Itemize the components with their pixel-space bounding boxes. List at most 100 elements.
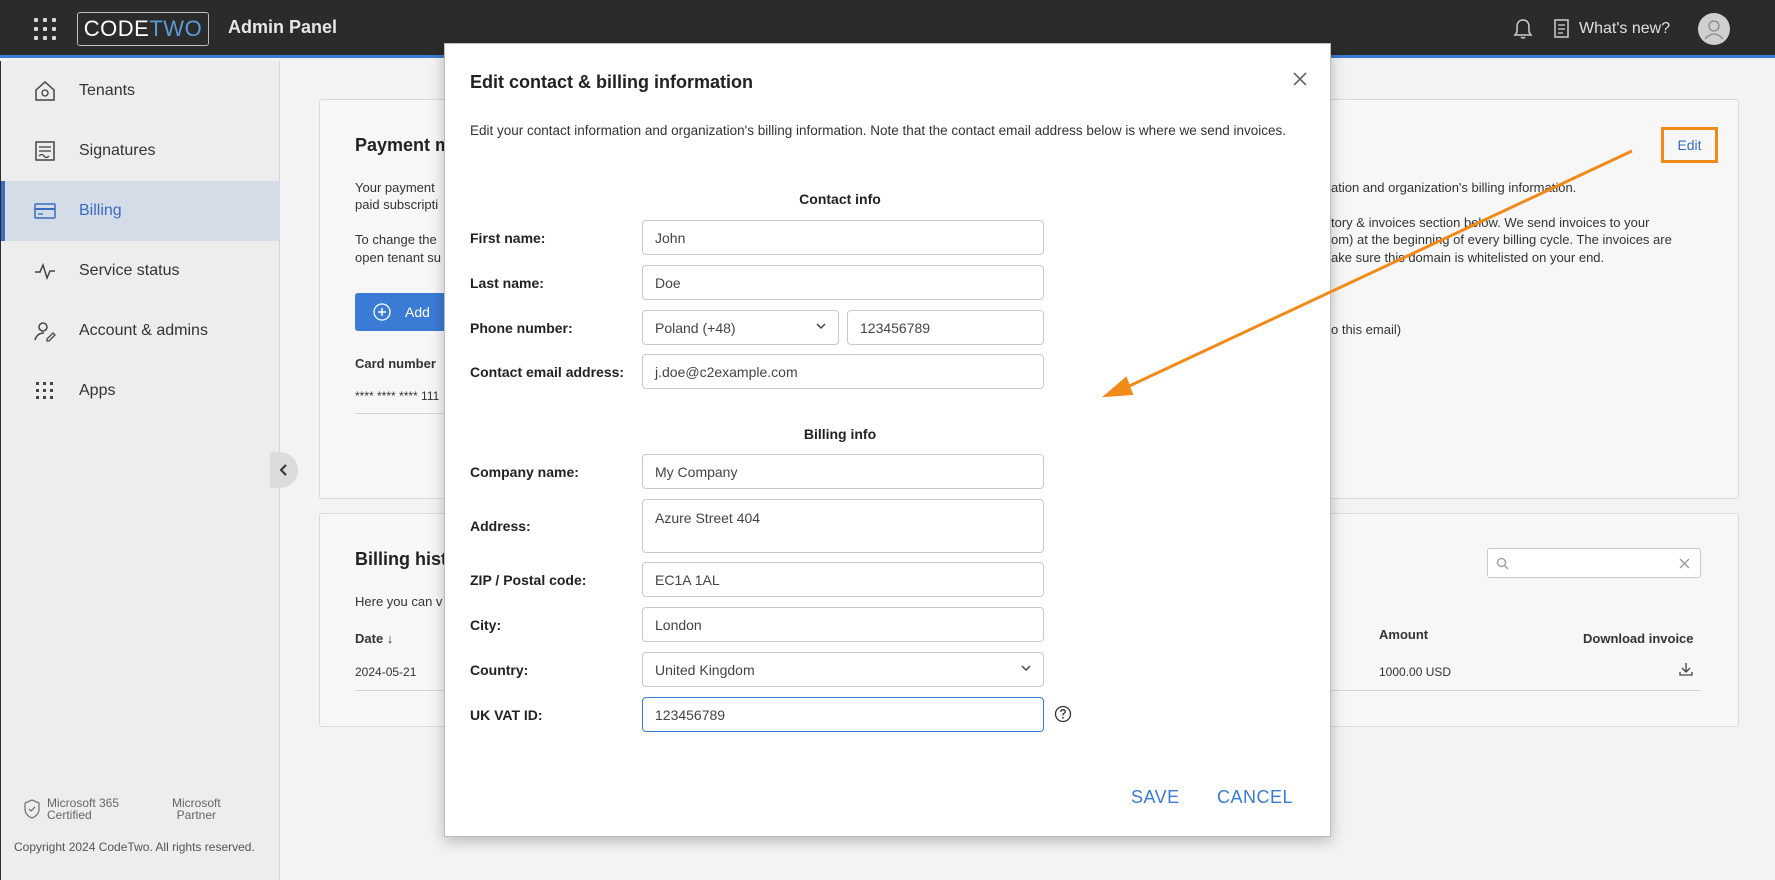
whats-new-label: What's new? (1579, 20, 1671, 37)
city-label: City: (470, 617, 502, 633)
sidebar-item-signatures[interactable]: Signatures (1, 121, 280, 181)
address-value: Azure Street 404 (655, 510, 761, 526)
dialog-description: Edit your contact information and organi… (470, 123, 1287, 138)
codetwo-logo[interactable]: CODETWO (77, 12, 209, 46)
copyright: Copyright 2024 CodeTwo. All rights reser… (14, 840, 255, 854)
sidebar: Tenants Signatures Billing Service statu… (0, 61, 280, 880)
sidebar-item-label: Service status (79, 262, 180, 279)
card-number-header: Card number (355, 356, 436, 371)
sidebar-item-billing[interactable]: Billing (1, 181, 280, 241)
payment-text-4: open tenant su (355, 250, 442, 265)
column-amount: Amount (1379, 627, 1429, 642)
card-number-value: **** **** **** 111 (355, 389, 440, 403)
credit-card-icon (34, 203, 56, 219)
add-label: Add (405, 304, 430, 320)
phone-number-value: 123456789 (860, 319, 931, 336)
country-select[interactable]: United Kingdom (642, 652, 1044, 687)
news-icon (1554, 19, 1569, 38)
microsoft-365-certified-badge: Microsoft 365 Certified (23, 797, 119, 821)
sidebar-item-service-status[interactable]: Service status (1, 241, 280, 301)
first-name-field[interactable]: John (642, 220, 1044, 255)
apps-grid-icon (36, 382, 53, 399)
payment-right-text-4: ake sure this domain is whitelisted on y… (1331, 250, 1605, 265)
sidebar-item-account-admins[interactable]: Account & admins (1, 301, 280, 361)
edit-contact-billing-dialog: Edit contact & billing information Edit … (444, 43, 1331, 837)
payment-title: Payment m (355, 135, 452, 155)
contact-email-value: j.doe@c2example.com (655, 363, 798, 380)
city-value: London (655, 616, 702, 633)
download-icon[interactable] (1678, 661, 1694, 677)
divider (355, 413, 445, 414)
payment-text-3: To change the (355, 232, 437, 247)
zip-label: ZIP / Postal code: (470, 572, 587, 588)
cert-line2: Certified (47, 808, 92, 822)
vat-id-field[interactable]: 123456789 (642, 697, 1044, 732)
billing-search-input[interactable] (1487, 548, 1701, 578)
bell-icon[interactable] (1513, 18, 1533, 40)
country-label: Country: (470, 662, 529, 678)
sidebar-item-label: Apps (79, 382, 116, 399)
phone-country-value: Poland (+48) (655, 319, 736, 336)
company-name-value: My Company (655, 463, 738, 480)
address-label: Address: (470, 518, 531, 534)
question-mark-icon[interactable] (1054, 705, 1072, 723)
clear-icon[interactable] (1679, 558, 1690, 569)
phone-country-select[interactable]: Poland (+48) (642, 310, 839, 345)
chevron-down-icon (1021, 665, 1031, 672)
payment-text-2: paid subscripti (355, 197, 439, 212)
whats-new-link[interactable]: What's new? (1553, 18, 1670, 40)
collapse-sidebar-button[interactable] (270, 452, 298, 488)
country-value: United Kingdom (655, 661, 755, 678)
first-name-value: John (655, 229, 686, 246)
billing-history-text: Here you can v (355, 594, 443, 609)
sidebar-item-label: Billing (79, 202, 122, 219)
company-name-label: Company name: (470, 464, 579, 480)
sidebar-item-label: Account & admins (79, 322, 208, 339)
add-payment-button[interactable]: Add (355, 293, 455, 331)
shield-check-icon (24, 799, 40, 819)
row-date: 2024-05-21 (355, 665, 417, 679)
search-icon (1496, 557, 1509, 570)
pulse-icon (35, 262, 55, 281)
column-download: Download invoice (1583, 631, 1694, 646)
billing-info-heading: Billing info (803, 426, 877, 442)
payment-text-1: Your payment (355, 180, 435, 195)
last-name-label: Last name: (470, 275, 544, 291)
sidebar-item-label: Signatures (79, 142, 156, 159)
close-icon[interactable] (1289, 68, 1311, 90)
user-edit-icon (34, 322, 56, 342)
address-field[interactable]: Azure Street 404 (642, 499, 1044, 553)
payment-right-text-5: o this email) (1331, 322, 1402, 337)
payment-right-text-3: om) at the beginning of every billing cy… (1331, 232, 1672, 247)
last-name-value: Doe (655, 274, 681, 291)
contact-email-field[interactable]: j.doe@c2example.com (642, 354, 1044, 389)
sidebar-item-label: Tenants (79, 82, 136, 99)
sidebar-item-apps[interactable]: Apps (1, 361, 280, 421)
zip-field[interactable]: EC1A 1AL (642, 562, 1044, 597)
company-name-field[interactable]: My Company (642, 454, 1044, 489)
app-title: Admin Panel (228, 17, 338, 37)
plus-circle-icon (373, 303, 391, 321)
app-launcher-icon[interactable] (34, 18, 56, 40)
sidebar-item-tenants[interactable]: Tenants (1, 61, 280, 121)
payment-right-text-1: ation and organization's billing informa… (1331, 180, 1577, 195)
billing-history-title: Billing hist (355, 549, 447, 569)
last-name-field[interactable]: Doe (642, 265, 1044, 300)
row-amount: 1000.00 USD (1379, 665, 1452, 679)
signature-icon (35, 141, 55, 161)
city-field[interactable]: London (642, 607, 1044, 642)
user-avatar[interactable] (1698, 13, 1730, 45)
cancel-button[interactable]: CANCEL (1217, 787, 1293, 808)
column-date[interactable]: Date ↓ (355, 630, 393, 647)
first-name-label: First name: (470, 230, 546, 246)
chevron-left-icon (279, 464, 287, 476)
vat-id-value: 123456789 (655, 706, 726, 723)
chevron-down-icon (816, 323, 826, 330)
home-icon (35, 80, 55, 101)
zip-value: EC1A 1AL (655, 571, 720, 588)
save-button[interactable]: SAVE (1131, 787, 1180, 808)
vat-label: UK VAT ID: (470, 707, 543, 723)
phone-number-field[interactable]: 123456789 (847, 310, 1044, 345)
microsoft-partner-badge: Microsoft Partner (172, 797, 221, 821)
edit-billing-link[interactable]: Edit (1661, 127, 1718, 163)
